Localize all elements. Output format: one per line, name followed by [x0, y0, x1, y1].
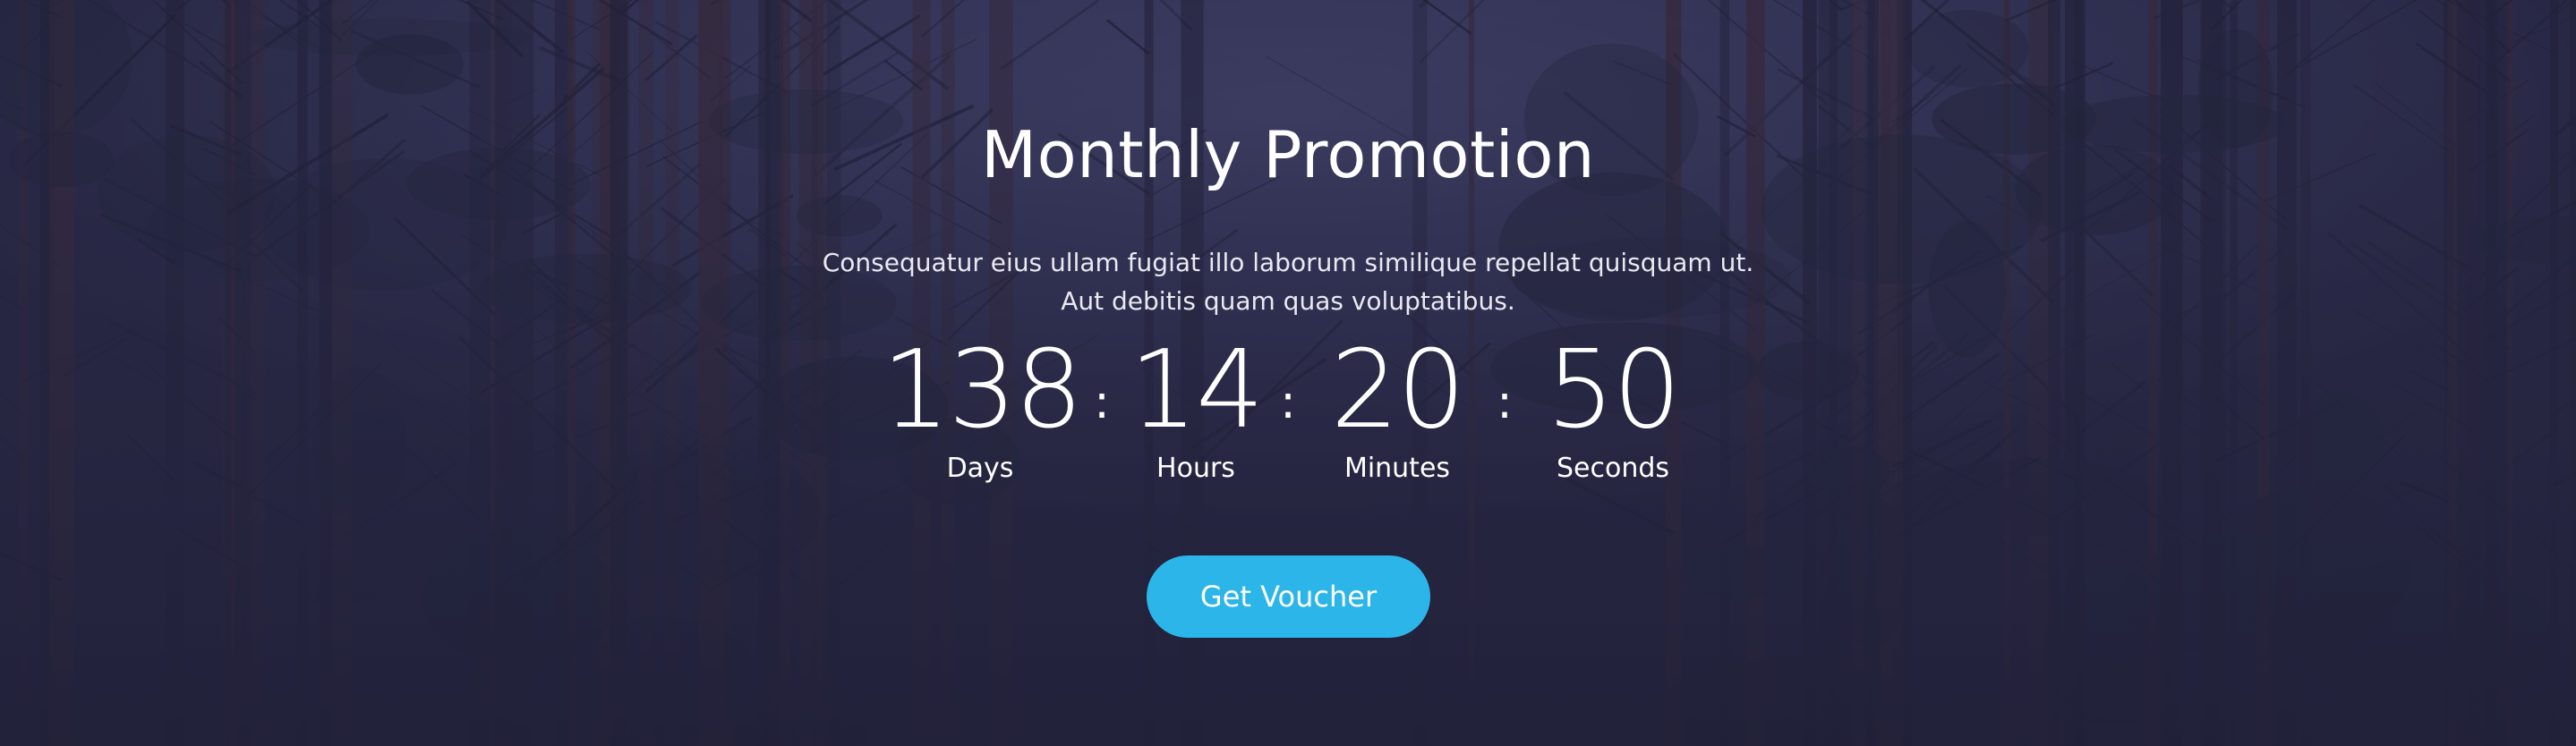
promo-description: Consequatur eius ullam fugiat illo labor… — [706, 243, 1870, 320]
countdown-separator: : — [1280, 376, 1296, 429]
countdown-hours: 14 Hours — [1111, 333, 1281, 485]
promo-content: Monthly Promotion Consequatur eius ullam… — [0, 0, 2576, 746]
countdown-days: 138 Days — [882, 328, 1083, 485]
minutes-value: 20 — [1330, 328, 1466, 453]
countdown-minutes: 20 Minutes — [1308, 333, 1487, 485]
seconds-label: Seconds — [1556, 453, 1670, 484]
days-value: 138 — [882, 328, 1083, 453]
days-label: Days — [946, 453, 1014, 484]
get-voucher-button[interactable]: Get Voucher — [1147, 555, 1430, 638]
countdown-seconds: 50 Seconds — [1514, 333, 1711, 485]
seconds-value: 50 — [1546, 328, 1682, 453]
promo-title: Monthly Promotion — [981, 117, 1595, 192]
hours-label: Hours — [1156, 453, 1235, 484]
minutes-label: Minutes — [1343, 453, 1451, 484]
promotion-hero: Monthly Promotion Consequatur eius ullam… — [0, 0, 2576, 746]
promo-description-line-1: Consequatur eius ullam fugiat illo labor… — [822, 248, 1754, 277]
promo-description-line-2: Aut debitis quam quas voluptatibus. — [1061, 286, 1515, 316]
hours-value: 14 — [1129, 328, 1265, 453]
